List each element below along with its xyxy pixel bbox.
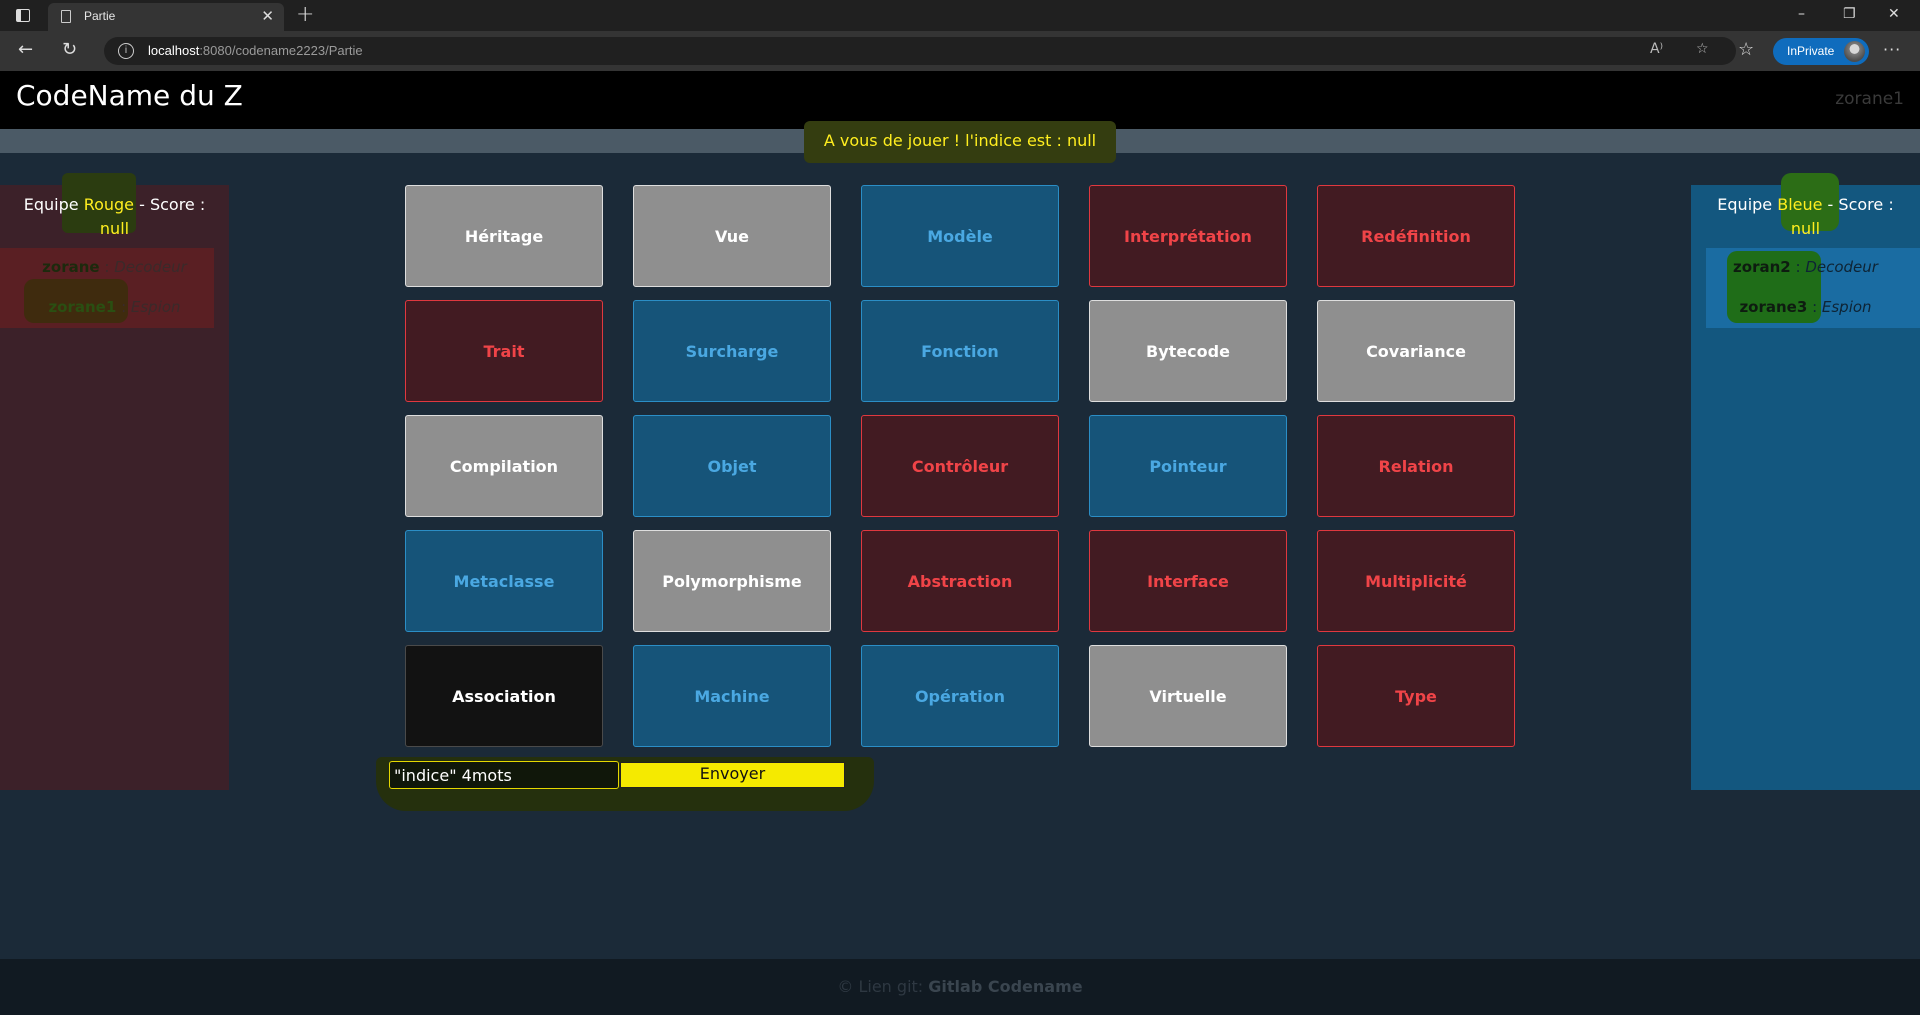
team-red-panel: Equipe Rouge - Score : null zorane : Dec…	[0, 173, 229, 790]
team-blue-header: Equipe Bleue - Score : null	[1717, 195, 1894, 238]
refresh-icon[interactable]: ↻	[62, 39, 77, 60]
footer-text: © Lien git: Gitlab Codename	[837, 977, 1083, 996]
team-red-players: zorane : Decodeur zorane1 : Espion	[0, 247, 229, 327]
page-icon	[61, 10, 71, 23]
status-message: A vous de jouer ! l'indice est : null	[823, 131, 1097, 150]
list-item: zorane1 : Espion	[48, 298, 181, 316]
word-card[interactable]: Fonction	[861, 300, 1059, 402]
word-card[interactable]: Pointeur	[1089, 415, 1287, 517]
word-card[interactable]: Surcharge	[633, 300, 831, 402]
current-user[interactable]: zorane1	[1835, 89, 1904, 109]
browser-tab[interactable]: Partie ✕	[48, 3, 284, 31]
word-card[interactable]: Opération	[861, 645, 1059, 747]
team-red-header: Equipe Rouge - Score : null	[23, 195, 206, 238]
word-card[interactable]: Bytecode	[1089, 300, 1287, 402]
send-button[interactable]: Envoyer	[620, 762, 845, 788]
word-card[interactable]: Virtuelle	[1089, 645, 1287, 747]
word-card[interactable]: Héritage	[405, 185, 603, 287]
word-card[interactable]: Relation	[1317, 415, 1515, 517]
word-card[interactable]: Machine	[633, 645, 831, 747]
word-card[interactable]: Association	[405, 645, 603, 747]
status-banner: A vous de jouer ! l'indice est : null	[804, 121, 1116, 163]
minimize-icon[interactable]: –	[1798, 6, 1805, 22]
list-item: zorane : Decodeur	[42, 258, 187, 276]
word-card[interactable]: Multiplicité	[1317, 530, 1515, 632]
tab-title: Partie	[84, 9, 116, 23]
site-title: CodeName du Z	[16, 79, 243, 112]
more-icon[interactable]: ···	[1883, 40, 1901, 59]
word-card[interactable]: Type	[1317, 645, 1515, 747]
team-blue-name: Bleue	[1777, 195, 1823, 214]
word-card[interactable]: Trait	[405, 300, 603, 402]
add-favorite-icon[interactable]: ☆	[1696, 41, 1709, 57]
word-card[interactable]: Polymorphisme	[633, 530, 831, 632]
word-card[interactable]: Objet	[633, 415, 831, 517]
close-tab-icon[interactable]: ✕	[261, 7, 274, 25]
favorites-icon[interactable]: ☆	[1738, 39, 1754, 60]
team-red-name: Rouge	[83, 195, 135, 214]
back-icon[interactable]: ←	[18, 39, 33, 60]
word-card[interactable]: Metaclasse	[405, 530, 603, 632]
browser-toolbar: ← ↻ i localhost:8080/codename2223/Partie…	[0, 31, 1920, 71]
team-blue-panel: Equipe Bleue - Score : null zoran2 : Dec…	[1691, 173, 1920, 790]
address-bar[interactable]: i localhost:8080/codename2223/Partie A⁾ …	[104, 37, 1736, 65]
tab-actions-icon[interactable]	[16, 9, 30, 22]
close-window-icon[interactable]: ✕	[1888, 6, 1900, 22]
new-tab-icon[interactable]: +	[296, 2, 314, 27]
restore-icon[interactable]: ❐	[1843, 6, 1856, 22]
word-card[interactable]: Vue	[633, 185, 831, 287]
word-card[interactable]: Abstraction	[861, 530, 1059, 632]
read-aloud-icon[interactable]: A⁾	[1650, 41, 1663, 57]
clue-input[interactable]	[389, 761, 619, 789]
word-card[interactable]: Interface	[1089, 530, 1287, 632]
footer: © Lien git: Gitlab Codename	[0, 959, 1920, 1015]
avatar	[1844, 41, 1865, 62]
inprivate-label: InPrivate	[1787, 44, 1835, 58]
gitlab-link[interactable]: Gitlab Codename	[928, 977, 1082, 996]
word-card[interactable]: Compilation	[405, 415, 603, 517]
url-text: localhost:8080/codename2223/Partie	[148, 43, 363, 58]
team-blue-players: zoran2 : Decodeur zorane3 : Espion	[1691, 247, 1920, 327]
word-card[interactable]: Interprétation	[1089, 185, 1287, 287]
browser-tabbar: Partie ✕ + – ❐ ✕	[0, 0, 1920, 31]
team-blue-score: null	[1790, 219, 1821, 238]
info-icon[interactable]: i	[118, 43, 134, 59]
word-card[interactable]: Redéfinition	[1317, 185, 1515, 287]
word-card[interactable]: Contrôleur	[861, 415, 1059, 517]
list-item: zoran2 : Decodeur	[1733, 258, 1878, 276]
word-card[interactable]: Covariance	[1317, 300, 1515, 402]
list-item: zorane3 : Espion	[1739, 298, 1872, 316]
word-card[interactable]: Modèle	[861, 185, 1059, 287]
inprivate-button[interactable]: InPrivate	[1773, 38, 1869, 65]
team-red-score: null	[99, 219, 130, 238]
